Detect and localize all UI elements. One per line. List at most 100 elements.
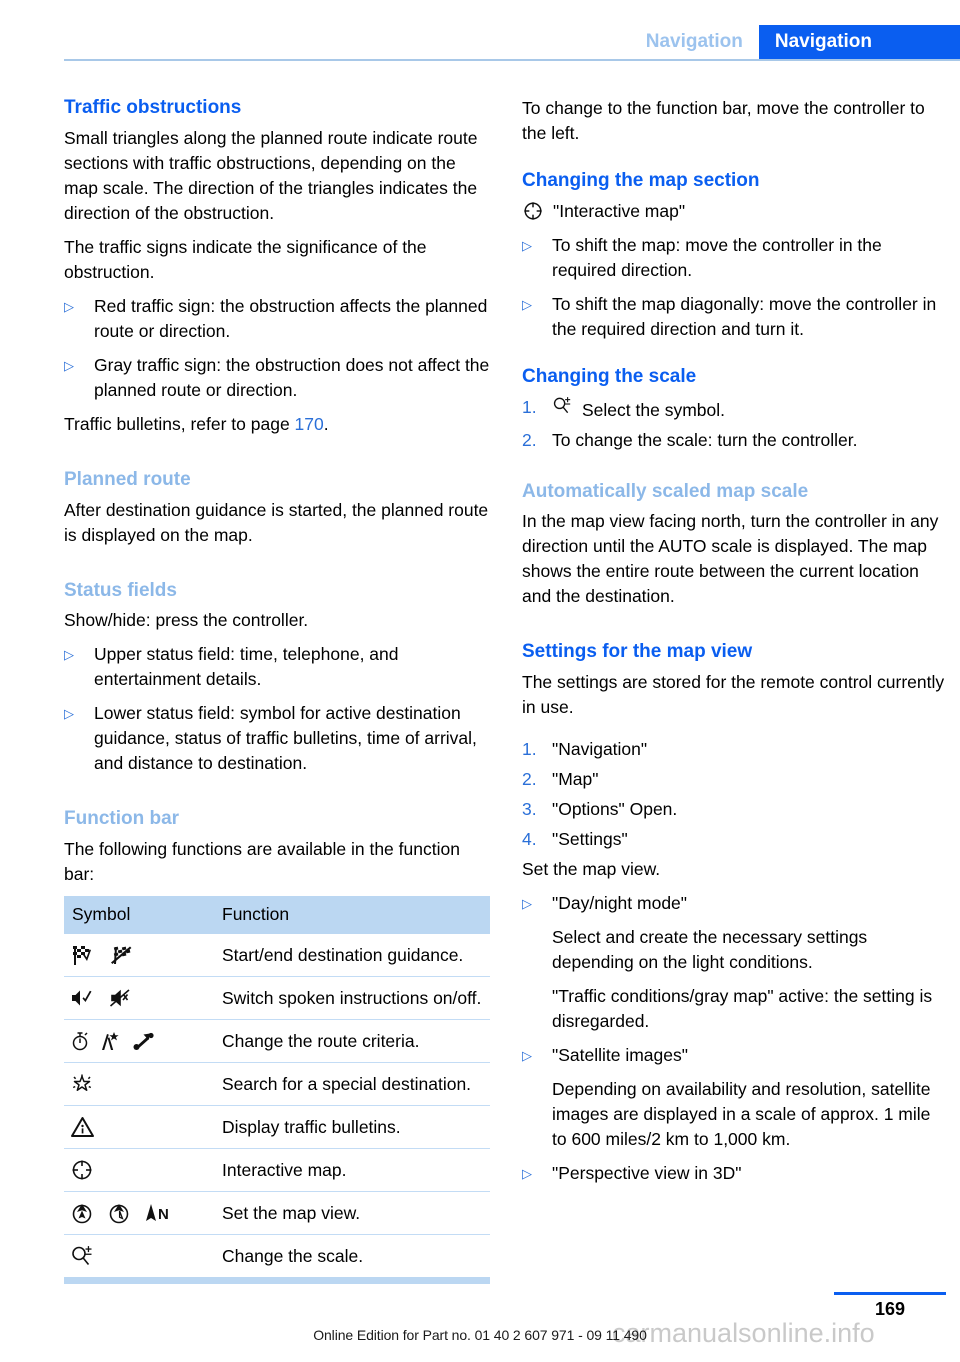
- checkered-flag-icon: [70, 944, 96, 966]
- paragraph-change-function-bar: To change to the function bar, move the …: [522, 98, 925, 143]
- item-text: To change the scale: turn the controller…: [552, 429, 858, 450]
- speaker-check-icon: [70, 987, 96, 1009]
- function-cell: Change the scale.: [214, 1234, 490, 1277]
- table-row: Display traffic bulletins.: [64, 1105, 490, 1149]
- symbol-cell: [64, 1148, 214, 1192]
- bullet-shift-map-diagonally: ▷ To shift the map diagonally: move the …: [522, 292, 948, 342]
- ref-suffix: .: [323, 413, 329, 434]
- checkered-flag-crossed-icon: [109, 944, 135, 966]
- item-text: "Options" Open.: [552, 799, 678, 819]
- paragraph-traffic-bulletins-ref: Traffic bulletins, refer to page 170.: [64, 412, 490, 437]
- item-number: 1.: [522, 739, 537, 759]
- paragraph-satellite-scale: Depending on availability and resolution…: [552, 1079, 931, 1149]
- header-tabs: Navigation Navigation: [646, 25, 960, 59]
- numbered-item-select-symbol: 1. Select the symbol.: [522, 395, 948, 423]
- page-number-rule: [834, 1292, 946, 1295]
- page-reference-link[interactable]: 170: [295, 414, 324, 434]
- function-cell: Interactive map.: [214, 1148, 490, 1192]
- symbol-cell: [64, 1019, 214, 1063]
- edition-note: Online Edition for Part no. 01 40 2 607 …: [313, 1327, 647, 1343]
- item-text: "Settings": [552, 829, 628, 849]
- item-number: 2.: [522, 769, 537, 789]
- bullet-lower-status-field: ▷ Lower status field: symbol for active …: [64, 701, 490, 776]
- item-number: 3.: [522, 799, 537, 819]
- bullet-marker-icon: ▷: [64, 647, 74, 663]
- heading-settings-map-view: Settings for the map view: [522, 641, 753, 663]
- paragraph-traffic-conditions-gray-map: "Traffic conditions/gray map" active: th…: [552, 986, 933, 1031]
- paragraph-settings-stored: The settings are stored for the remote c…: [522, 672, 945, 717]
- table-row: Switch spoken instructions on/off.: [64, 976, 490, 1020]
- function-cell: Display traffic bulletins.: [214, 1105, 490, 1149]
- heading-changing-scale: Changing the scale: [522, 365, 697, 387]
- speaker-mute-icon: [109, 987, 135, 1009]
- page-number-block: 169: [834, 1292, 946, 1320]
- bullet-marker-icon: ▷: [64, 706, 74, 722]
- heading-changing-map-section: Changing the map section: [522, 170, 760, 191]
- numbered-item-turn-controller: 2. To change the scale: turn the control…: [522, 428, 948, 453]
- star-burst-icon: [70, 1072, 94, 1096]
- bullet-marker-icon: ▷: [522, 1166, 532, 1181]
- function-cell: Start/end destination guidance.: [222, 945, 464, 965]
- header-divider: [64, 59, 960, 61]
- north-arrow-icon: N: [144, 1202, 174, 1224]
- numbered-item-options: 3. "Options" Open.: [522, 797, 948, 822]
- heading-function-bar: Function bar: [64, 808, 180, 830]
- symbol-cell: [64, 1062, 214, 1106]
- paragraph-triangles: Small triangles along the planned route …: [64, 127, 478, 223]
- bullet-text: Lower status field: symbol for active de…: [94, 703, 477, 774]
- paragraph-set-map-view: Set the map view.: [522, 859, 661, 879]
- bullet-perspective-view-3d: ▷ "Perspective view in 3D": [522, 1161, 948, 1186]
- ref-prefix: Traffic bulletins, refer to page: [64, 413, 295, 434]
- heading-status-fields: Status fields: [64, 579, 177, 601]
- magnifier-plusminus-icon: [552, 395, 574, 416]
- symbol-cell: [64, 934, 214, 977]
- paragraph-show-hide: Show/hide: press the controller.: [64, 610, 309, 631]
- column-header-function: Function: [214, 896, 490, 934]
- bullet-text: Red traffic sign: the obstruction affect…: [94, 295, 488, 341]
- tab-navigation-active[interactable]: Navigation: [758, 25, 960, 59]
- bullet-gray-traffic-sign: ▷ Gray traffic sign: the obstruction doe…: [64, 353, 490, 403]
- item-number: 4.: [522, 829, 537, 849]
- interactive-map-line: "Interactive map": [522, 199, 948, 224]
- route-arrow-icon: [132, 1030, 156, 1052]
- warning-triangle-info-icon: [70, 1116, 95, 1138]
- bullet-marker-icon: ▷: [522, 237, 532, 253]
- bullet-text: Gray traffic sign: the obstruction does …: [94, 354, 490, 400]
- magnifier-plusminus-icon: [70, 1244, 96, 1268]
- bullet-text: "Satellite images": [552, 1045, 688, 1065]
- bullet-marker-icon: ▷: [64, 357, 74, 373]
- table-row: Change the scale.: [64, 1234, 490, 1277]
- function-cell: Change the route criteria.: [214, 1019, 490, 1063]
- paragraph-auto-scale: In the map view facing north, turn the c…: [522, 511, 939, 607]
- page-header: Navigation Navigation: [0, 0, 960, 62]
- tab-navigation-inactive[interactable]: Navigation: [646, 25, 759, 59]
- item-text: "Map": [552, 769, 599, 789]
- bullet-marker-icon: ▷: [522, 1048, 532, 1063]
- paragraph-function-bar: The following functions are available in…: [64, 839, 460, 884]
- table-row: N Set the map view.: [64, 1191, 490, 1235]
- paragraph-day-night-select: Select and create the necessary settings…: [552, 927, 868, 972]
- page-content: Traffic obstructions Small triangles alo…: [64, 96, 948, 1284]
- map-view-circle-icon: [70, 1201, 94, 1225]
- bullet-text: To shift the map diagonally: move the co…: [552, 293, 937, 339]
- numbered-item-settings: 4. "Settings": [522, 827, 948, 852]
- stopwatch-icon: [70, 1030, 90, 1052]
- right-column: To change to the function bar, move the …: [522, 96, 948, 1284]
- table-row: Search for a special destination.: [64, 1062, 490, 1106]
- symbol-cell: N: [64, 1191, 214, 1235]
- symbol-cell: [64, 976, 214, 1020]
- column-header-symbol: Symbol: [64, 896, 214, 934]
- table-header-row: Symbol Function: [64, 896, 490, 934]
- heading-traffic-obstructions: Traffic obstructions: [64, 97, 242, 118]
- item-number: 1.: [522, 396, 537, 417]
- table-bottom-border: [64, 1277, 490, 1284]
- item-number: 2.: [522, 429, 537, 450]
- numbered-item-navigation: 1. "Navigation": [522, 737, 948, 762]
- bullet-text: "Day/night mode": [552, 893, 687, 913]
